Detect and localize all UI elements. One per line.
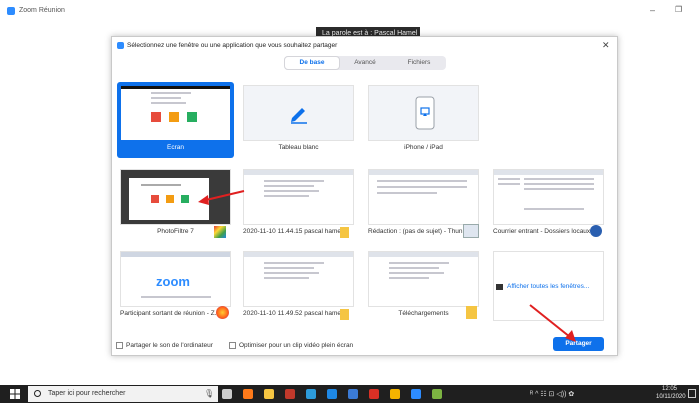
clock-date[interactable]: 10/11/2020 (656, 394, 686, 400)
taskbar-search[interactable]: Taper ici pour rechercher 🎙 (28, 386, 218, 402)
windows-taskbar: Taper ici pour rechercher 🎙 ᴿ ^ ☷ ⊡ ◁)) … (0, 385, 699, 403)
firefox-icon[interactable] (243, 389, 253, 399)
filezilla-icon[interactable] (285, 389, 295, 399)
windows-start-icon[interactable] (10, 389, 20, 399)
thunderbird-icon[interactable] (348, 389, 358, 399)
microphone-icon[interactable]: 🎙 (204, 389, 214, 398)
notes-icon[interactable] (306, 389, 316, 399)
clock-time[interactable]: 12:05 (662, 386, 677, 392)
edge-icon[interactable] (327, 389, 337, 399)
search-placeholder: Taper ici pour rechercher (48, 390, 126, 397)
annotation-arrows (198, 190, 576, 342)
arrow-to-share-button (529, 304, 576, 342)
chrome-icon[interactable] (390, 389, 400, 399)
notification-icon[interactable] (688, 389, 696, 398)
acrobat-icon[interactable] (369, 389, 379, 399)
system-tray-icons[interactable]: ᴿ ^ ☷ ⊡ ◁)) ✿ (530, 390, 574, 398)
arrow-to-photofiltre (198, 190, 245, 205)
zoom-icon[interactable] (411, 389, 421, 399)
photofiltre-icon[interactable] (432, 389, 442, 399)
file-explorer-icon[interactable] (264, 389, 274, 399)
task-view-icon[interactable] (222, 389, 232, 399)
search-icon (34, 390, 41, 397)
